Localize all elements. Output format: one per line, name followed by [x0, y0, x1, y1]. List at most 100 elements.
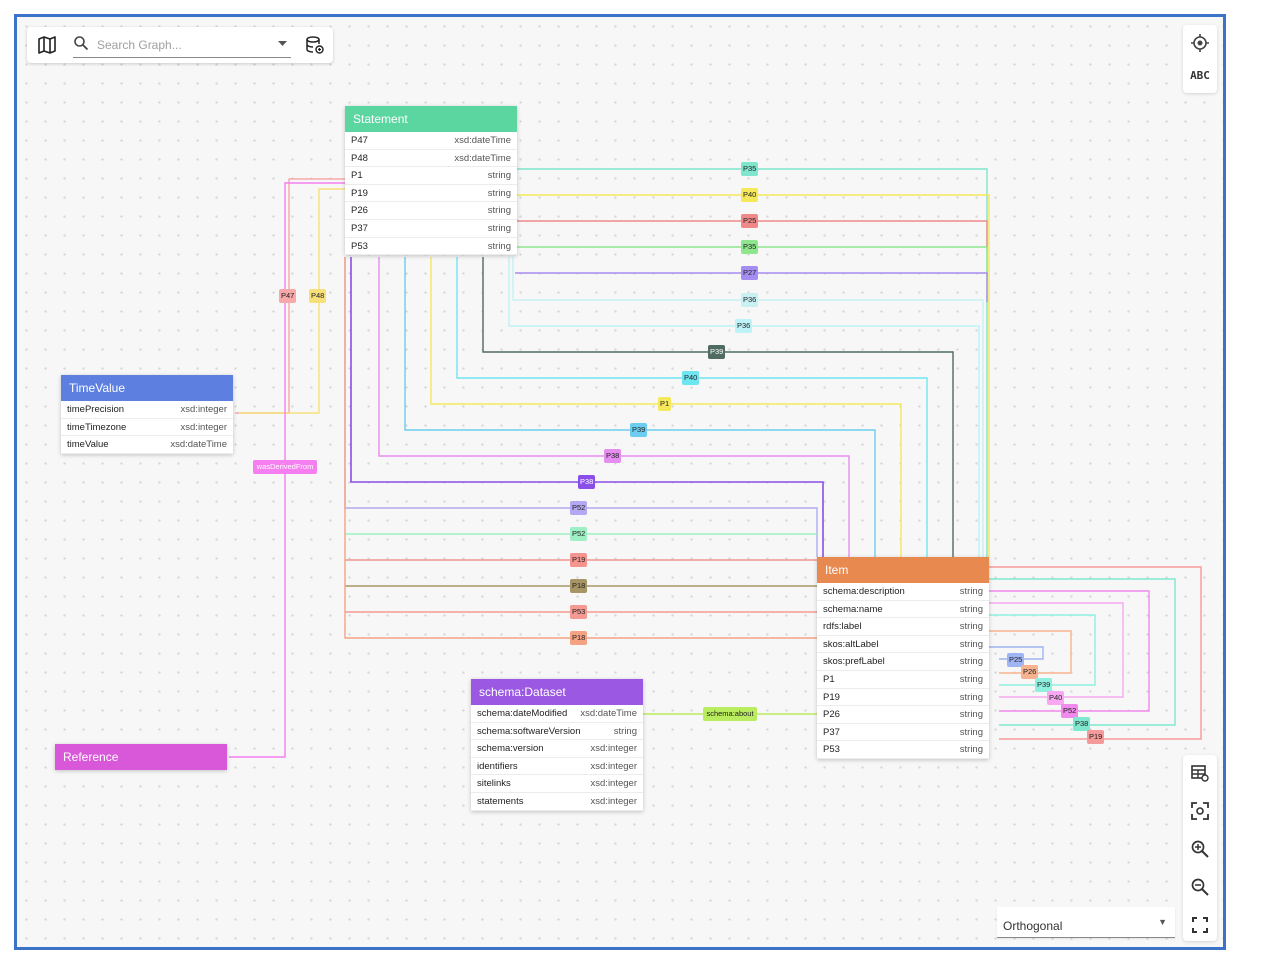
- dataset-prop-row[interactable]: identifiers xsd:integer: [471, 758, 643, 776]
- prop-type: xsd:integer: [180, 421, 227, 433]
- label-toggle-button[interactable]: ABC: [1186, 69, 1214, 82]
- prop-type: xsd:integer: [590, 778, 637, 790]
- item-prop-row[interactable]: P53 string: [817, 741, 989, 759]
- table-icon[interactable]: [1190, 763, 1210, 783]
- edge-label-p39-blue[interactable]: P39: [630, 423, 648, 437]
- prop-name: skos:prefLabel: [823, 656, 885, 668]
- item-prop-row[interactable]: P19 string: [817, 689, 989, 707]
- prop-type: xsd:dateTime: [170, 439, 227, 451]
- prop-type: string: [487, 222, 511, 234]
- dataset-node[interactable]: schema:Dataset schema:dateModified xsd:da…: [471, 679, 643, 811]
- item-prop-row[interactable]: schema:name string: [817, 601, 989, 619]
- dataset-prop-row[interactable]: schema:softwareVersion string: [471, 723, 643, 741]
- edge-label-p19[interactable]: P19: [570, 553, 588, 567]
- edge-label-p48[interactable]: P48: [309, 289, 327, 303]
- statement-prop-row[interactable]: P47 xsd:dateTime: [345, 132, 517, 150]
- layout-select[interactable]: Orthogonal ▼: [997, 907, 1175, 938]
- edge-label-p47[interactable]: P47: [279, 289, 297, 303]
- edge-self-4[interactable]: [989, 602, 1124, 698]
- edge-self-3[interactable]: [989, 614, 1096, 686]
- locate-icon[interactable]: [1190, 33, 1210, 53]
- edge-label-p36-b[interactable]: P36: [735, 319, 753, 333]
- edge-label-p53[interactable]: P53: [570, 605, 588, 619]
- statement-props: P47 xsd:dateTime P48 xsd:dateTime P1 string P1…: [345, 132, 517, 256]
- edge-label-p52-b[interactable]: P52: [570, 527, 588, 541]
- edge-label-p40-a[interactable]: P40: [741, 188, 759, 202]
- reference-node[interactable]: Reference: [55, 744, 227, 770]
- edge-label-p40-b[interactable]: P40: [682, 371, 700, 385]
- edge-label-self-3[interactable]: P39: [1035, 678, 1053, 692]
- timevalue-prop-row[interactable]: timeTimezone xsd:integer: [61, 419, 233, 437]
- timevalue-node[interactable]: TimeValue timePrecision xsd:integer timeTi…: [61, 375, 233, 454]
- dataset-prop-row[interactable]: sitelinks xsd:integer: [471, 775, 643, 793]
- statement-prop-row[interactable]: P1 string: [345, 167, 517, 185]
- prop-name: timeTimezone: [67, 421, 127, 433]
- item-prop-row[interactable]: P1 string: [817, 671, 989, 689]
- statement-node[interactable]: Statement P47 xsd:dateTime P48 xsd:dateTime…: [345, 106, 517, 256]
- item-props: schema:description string schema:name strin…: [817, 583, 989, 759]
- edge-label-self-5[interactable]: P52: [1061, 704, 1079, 718]
- view-controls-top: ABC: [1183, 25, 1217, 93]
- edge-label-p25[interactable]: P25: [741, 214, 759, 228]
- item-prop-row[interactable]: schema:description string: [817, 583, 989, 601]
- prop-type: xsd:dateTime: [580, 708, 637, 719]
- timevalue-prop-row[interactable]: timePrecision xsd:integer: [61, 401, 233, 419]
- edge-p39-dark[interactable]: [482, 257, 954, 557]
- fullscreen-icon[interactable]: [1190, 915, 1210, 935]
- edge-label-p18-a[interactable]: P18: [570, 579, 588, 593]
- edge-label-p38-pink[interactable]: P38: [604, 449, 622, 463]
- edge-label-about[interactable]: schema:about: [703, 707, 757, 721]
- item-prop-row[interactable]: skos:prefLabel string: [817, 653, 989, 671]
- edge-p40-b[interactable]: [456, 257, 928, 557]
- item-node[interactable]: Item schema:description string schema:name…: [817, 557, 989, 759]
- statement-prop-row[interactable]: P48 xsd:dateTime: [345, 150, 517, 168]
- graph-canvas[interactable]: P35 P40 P25 P35 P27 P36 P36 P39 P40 P1 P…: [14, 14, 1226, 950]
- edge-label-p35-a[interactable]: P35: [741, 162, 759, 176]
- edge-self-6[interactable]: [989, 578, 1176, 726]
- edge-label-self-7[interactable]: P19: [1087, 730, 1105, 744]
- edge-p38-pink[interactable]: [378, 257, 850, 557]
- edge-label-p18-b[interactable]: P18: [570, 631, 588, 645]
- edge-label-derived[interactable]: wasDerivedFrom: [253, 460, 317, 474]
- prop-type: string: [959, 603, 983, 615]
- chevron-down-icon[interactable]: [278, 41, 287, 47]
- timevalue-node-title: TimeValue: [61, 375, 233, 401]
- dataset-prop-row[interactable]: schema:version xsd:integer: [471, 740, 643, 758]
- statement-prop-row[interactable]: P53 string: [345, 238, 517, 256]
- edge-p39-blue[interactable]: [404, 257, 876, 557]
- edge-self-5[interactable]: [989, 590, 1150, 712]
- item-prop-row[interactable]: P26 string: [817, 706, 989, 724]
- prop-name: timeValue: [67, 439, 109, 451]
- map-icon[interactable]: [37, 35, 57, 55]
- edge-label-p52-a[interactable]: P52: [570, 501, 588, 515]
- zoom-in-icon[interactable]: [1190, 839, 1210, 859]
- edge-label-p38-purple[interactable]: P38: [578, 475, 596, 489]
- prop-name: skos:altLabel: [823, 638, 879, 650]
- edge-label-p27[interactable]: P27: [741, 266, 759, 280]
- edge-label-p36-a[interactable]: P36: [741, 293, 759, 307]
- edge-label-p39-dark[interactable]: P39: [708, 345, 726, 359]
- edge-label-self-6[interactable]: P38: [1073, 717, 1091, 731]
- zoom-out-icon[interactable]: [1190, 877, 1210, 897]
- reference-node-title: Reference: [55, 744, 227, 770]
- edge-label-self-2[interactable]: P26: [1021, 665, 1039, 679]
- statement-prop-row[interactable]: P26 string: [345, 202, 517, 220]
- statement-prop-row[interactable]: P37 string: [345, 220, 517, 238]
- statement-prop-row[interactable]: P19 string: [345, 185, 517, 203]
- prop-name: P19: [823, 691, 840, 703]
- item-prop-row[interactable]: rdfs:label string: [817, 618, 989, 636]
- dataset-prop-row[interactable]: schema:dateModified xsd:dateTime: [471, 705, 643, 723]
- item-prop-row[interactable]: P37 string: [817, 724, 989, 742]
- edge-label-self-4[interactable]: P40: [1047, 691, 1065, 705]
- database-icon[interactable]: [305, 35, 325, 55]
- focus-icon[interactable]: [1190, 801, 1210, 821]
- edge-label-p1[interactable]: P1: [658, 397, 672, 411]
- prop-type: string: [959, 673, 983, 685]
- dataset-prop-row[interactable]: statements xsd:integer: [471, 793, 643, 811]
- search-input[interactable]: [95, 35, 269, 55]
- prop-name: P37: [823, 726, 840, 738]
- item-prop-row[interactable]: skos:altLabel string: [817, 636, 989, 654]
- timevalue-prop-row[interactable]: timeValue xsd:dateTime: [61, 436, 233, 454]
- prop-name: schema:description: [823, 586, 905, 597]
- edge-label-p35-b[interactable]: P35: [741, 240, 759, 254]
